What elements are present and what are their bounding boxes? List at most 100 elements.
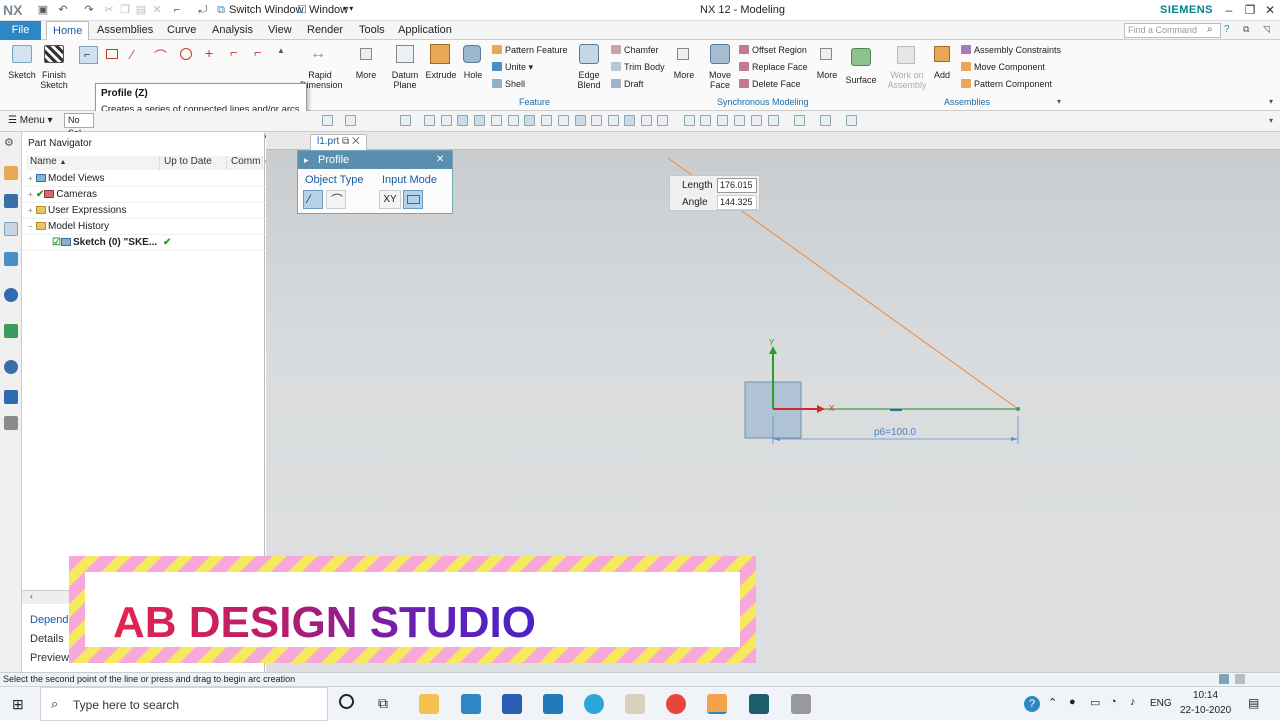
language-indicator[interactable]: ENG [1150, 698, 1172, 709]
minimize-icon[interactable]: – [1219, 1, 1239, 19]
expand-icon[interactable]: + [28, 187, 36, 203]
assemblies-dropdown-icon[interactable]: ▾ [1057, 97, 1061, 106]
edge-icon[interactable] [584, 694, 604, 714]
zoom-icon[interactable] [700, 115, 711, 126]
tree-item-user-expressions[interactable]: + User Expressions [22, 203, 265, 219]
expand-icon[interactable]: ◹ [1263, 24, 1270, 35]
orient-view-icon[interactable] [751, 115, 762, 126]
repeat-command-icon[interactable]: ⤾ [196, 3, 210, 17]
more-sync-button[interactable]: More [813, 70, 841, 80]
volume-icon[interactable]: ♪ [1130, 696, 1136, 708]
add-button[interactable]: Add [930, 70, 954, 80]
tab-tools[interactable]: Tools [353, 21, 391, 40]
clock-date[interactable]: 22-10-2020 [1180, 705, 1231, 716]
type-filter-select[interactable]: No Sel [64, 113, 94, 138]
center-snap-icon[interactable] [575, 115, 586, 126]
tree-item-cameras[interactable]: + ✔ Cameras [22, 187, 265, 203]
hole-button[interactable]: Hole [460, 70, 486, 80]
details-panel[interactable]: Details [30, 633, 64, 645]
dialog-close-icon[interactable]: ✕ [436, 151, 444, 169]
delete-face-button[interactable]: Delete Face [739, 79, 801, 89]
roles-icon[interactable] [4, 416, 18, 430]
finish-sketch-button[interactable]: Finish Sketch [38, 70, 70, 90]
parameter-mode-button[interactable] [403, 190, 423, 209]
snap-icon[interactable] [345, 115, 356, 126]
redo-icon[interactable]: ↷ [82, 3, 96, 17]
chamfer-button[interactable]: Chamfer [611, 45, 659, 55]
surface-button[interactable]: Surface [844, 75, 878, 85]
offset-region-button[interactable]: Offset Region [739, 45, 807, 55]
tab-application[interactable]: Application [392, 21, 458, 40]
tab-render[interactable]: Render [301, 21, 349, 40]
assembly-constraints-button[interactable]: Assembly Constraints [961, 45, 1061, 55]
paste-icon[interactable]: ▤ [134, 3, 148, 17]
quadrant-snap-icon[interactable] [591, 115, 602, 126]
assembly-navigator-icon[interactable] [4, 166, 18, 180]
history-icon[interactable] [4, 360, 18, 374]
status-icon-1[interactable] [1219, 674, 1229, 684]
paint-icon[interactable] [625, 694, 645, 714]
move-component-button[interactable]: Move Component [961, 62, 1045, 72]
search-icon[interactable]: ⌕ [1207, 24, 1213, 35]
angle-input[interactable]: 144.325 [717, 195, 757, 210]
constraint-navigator-icon[interactable] [4, 194, 18, 208]
battery-icon[interactable]: ▭ [1090, 696, 1100, 709]
collapse-dialog-icon[interactable]: ▸ [304, 151, 309, 169]
shaded-icon[interactable] [424, 115, 435, 126]
column-comment[interactable]: Comm [227, 156, 263, 170]
control-point-icon[interactable] [558, 115, 569, 126]
trim-body-button[interactable]: Trim Body [611, 62, 665, 72]
part-file-tab[interactable]: l1.prt ⧉ ✕ [310, 134, 367, 150]
select-all-icon[interactable] [400, 115, 411, 126]
task-view-icon[interactable]: ⧉ [378, 695, 388, 712]
menu-button[interactable]: ☰ Menu ▾ [8, 115, 53, 126]
extrude-button[interactable]: Extrude [424, 70, 458, 80]
clock-time[interactable]: 10:14 [1193, 690, 1218, 701]
expand-icon[interactable]: + [28, 203, 36, 219]
fit-icon[interactable] [684, 115, 695, 126]
length-input[interactable]: 176.015 [717, 178, 757, 193]
profile-dialog-header[interactable]: ▸ Profile ✕ [298, 151, 452, 169]
scroll-left-icon[interactable]: ‹ [30, 591, 33, 601]
more-feature-button[interactable]: More [670, 70, 698, 80]
shell-button[interactable]: Shell [492, 79, 525, 89]
edit-section-icon[interactable] [820, 115, 831, 126]
tray-expand-icon[interactable]: ⌃ [1048, 696, 1057, 709]
line-icon[interactable]: ⁄ [131, 47, 133, 62]
render-style-icon[interactable] [794, 115, 805, 126]
selection-scope-icon[interactable] [322, 115, 333, 126]
tangent-snap-icon[interactable] [491, 115, 502, 126]
tab-curve[interactable]: Curve [161, 21, 202, 40]
cut-icon[interactable]: ✂ [102, 3, 116, 17]
dimension-label[interactable]: p6=100.0 [874, 427, 916, 438]
xy-mode-button[interactable]: XY [379, 190, 401, 209]
curve-rule-icon[interactable] [457, 115, 468, 126]
endpoint-snap-icon[interactable] [524, 115, 535, 126]
rotate-icon[interactable] [717, 115, 728, 126]
intersection-snap-icon[interactable] [608, 115, 619, 126]
part-navigator-icon[interactable] [4, 222, 18, 236]
collapse-icon[interactable]: − [28, 219, 36, 235]
work-on-assembly-button[interactable]: Work on Assembly [884, 70, 930, 90]
pattern-feature-button[interactable]: Pattern Feature [492, 45, 568, 55]
arc-icon[interactable]: ⌒ [154, 46, 167, 65]
file-explorer-icon[interactable] [419, 694, 439, 714]
toolbar-options-icon[interactable]: ▾ [1269, 116, 1273, 125]
chamfer-sketch-icon[interactable]: ⌐ [254, 45, 262, 60]
gallery-up-icon[interactable]: ▲ [277, 46, 285, 55]
tab-assemblies[interactable]: Assemblies [91, 21, 159, 40]
process-studio-icon[interactable] [4, 390, 18, 404]
restore-icon[interactable]: ❐ [1240, 1, 1260, 19]
tree-item-model-views[interactable]: + Model Views [22, 171, 265, 187]
line-snap-icon[interactable] [474, 115, 485, 126]
draft-button[interactable]: Draft [611, 79, 644, 89]
bounded-grid-icon[interactable] [657, 115, 668, 126]
sketchup-icon[interactable] [543, 694, 563, 714]
tab-view[interactable]: View [262, 21, 298, 40]
fillet-icon[interactable]: ⌐ [230, 45, 238, 60]
expand-icon[interactable]: + [28, 171, 36, 187]
web-browser-icon[interactable] [4, 324, 18, 338]
arc-mode-button[interactable]: ⌒ [326, 190, 346, 209]
windows-start-icon[interactable]: ⊞ [12, 696, 24, 713]
tab-home[interactable]: Home [46, 21, 90, 40]
